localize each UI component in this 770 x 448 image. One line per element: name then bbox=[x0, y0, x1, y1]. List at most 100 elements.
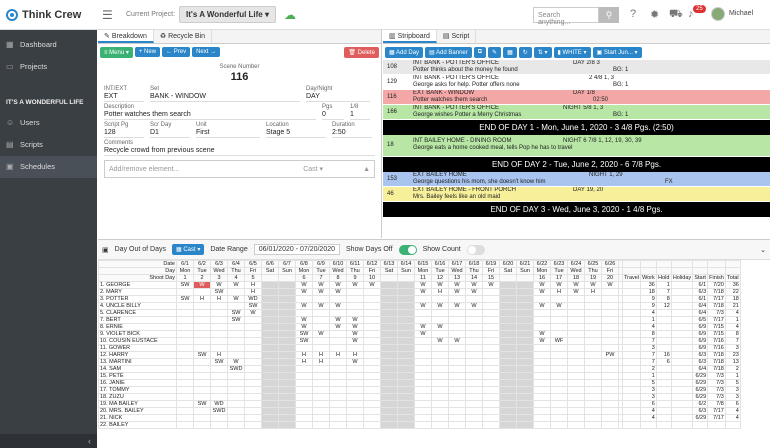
dood-cell[interactable]: W bbox=[533, 337, 551, 345]
dood-cell[interactable] bbox=[550, 316, 568, 324]
comments-field[interactable]: Recycle crowd from previous scene bbox=[104, 146, 375, 156]
dood-cell[interactable] bbox=[210, 393, 228, 401]
dood-cell[interactable]: W bbox=[295, 323, 313, 331]
dood-cell[interactable] bbox=[465, 309, 483, 317]
dood-cell[interactable] bbox=[533, 351, 551, 359]
dood-cell[interactable]: W bbox=[567, 288, 585, 296]
dood-cell[interactable] bbox=[176, 344, 194, 352]
dood-cell[interactable] bbox=[550, 386, 568, 394]
dood-cell[interactable] bbox=[363, 386, 381, 394]
dood-cell[interactable] bbox=[278, 323, 296, 331]
dood-cell[interactable] bbox=[227, 421, 245, 429]
dood-cell[interactable] bbox=[465, 344, 483, 352]
cast-select[interactable]: Cast ▾ bbox=[303, 165, 323, 173]
dood-cell[interactable]: W bbox=[584, 281, 602, 289]
dood-cell[interactable] bbox=[431, 309, 449, 317]
dood-cell[interactable] bbox=[278, 295, 296, 303]
dood-cell[interactable]: W bbox=[431, 281, 449, 289]
dood-cell[interactable]: W bbox=[312, 281, 330, 289]
dood-cell[interactable] bbox=[312, 309, 330, 317]
dood-cell[interactable] bbox=[193, 386, 211, 394]
end-of-day-banner[interactable]: END OF DAY 2 - Tue, June 2, 2020 - 6 7/8… bbox=[383, 157, 770, 172]
dood-cell[interactable]: H bbox=[329, 351, 347, 359]
dood-cell[interactable]: H bbox=[346, 351, 364, 359]
dood-cell[interactable] bbox=[176, 323, 194, 331]
dood-cell[interactable] bbox=[176, 351, 194, 359]
dood-cell[interactable]: SW bbox=[227, 309, 245, 317]
cast-name[interactable]: 9. VIOLET BICK bbox=[98, 330, 177, 338]
dood-cell[interactable] bbox=[329, 365, 347, 373]
dood-cell[interactable] bbox=[176, 407, 194, 415]
dood-cell[interactable] bbox=[278, 281, 296, 289]
dood-cell[interactable] bbox=[261, 421, 279, 429]
dood-cell[interactable] bbox=[278, 365, 296, 373]
dood-cell[interactable] bbox=[380, 295, 398, 303]
dood-cell[interactable] bbox=[193, 288, 211, 296]
tab-recycle-bin[interactable]: ♻ Recycle Bin bbox=[154, 30, 213, 43]
dood-cell[interactable]: W bbox=[312, 302, 330, 310]
dood-cell[interactable] bbox=[312, 421, 330, 429]
dood-cell[interactable]: SW bbox=[210, 358, 228, 366]
dood-cell[interactable] bbox=[431, 386, 449, 394]
dood-cell[interactable] bbox=[567, 358, 585, 366]
dood-cell[interactable] bbox=[550, 351, 568, 359]
dood-cell[interactable] bbox=[482, 386, 500, 394]
dood-cell[interactable] bbox=[312, 386, 330, 394]
dood-cell[interactable] bbox=[584, 400, 602, 408]
dood-cell[interactable] bbox=[601, 393, 619, 401]
cart-icon[interactable]: ⛟ bbox=[669, 8, 683, 22]
cast-name[interactable]: 3. POTTER bbox=[98, 295, 177, 303]
dood-cell[interactable] bbox=[584, 351, 602, 359]
set-select[interactable]: BANK - WINDOW bbox=[150, 92, 300, 102]
dood-cell[interactable]: W bbox=[227, 358, 245, 366]
dood-cell[interactable] bbox=[397, 295, 415, 303]
dood-cell[interactable] bbox=[363, 288, 381, 296]
dood-cell[interactable] bbox=[516, 316, 534, 324]
grid-icon[interactable]: ▦ bbox=[503, 46, 517, 58]
show-count-toggle[interactable] bbox=[466, 244, 485, 255]
dood-cell[interactable] bbox=[176, 316, 194, 324]
dood-cell[interactable]: SW bbox=[176, 295, 194, 303]
cast-name[interactable]: 16. JANIE bbox=[98, 379, 177, 387]
cast-name[interactable]: 20. MRS. BAILEY bbox=[98, 407, 177, 415]
table-row[interactable]: 19. MA BAILEY SW WD 6 6/2 7/8 6 bbox=[98, 400, 741, 408]
dood-cell[interactable] bbox=[550, 330, 568, 338]
dood-cell[interactable]: WF bbox=[550, 337, 568, 345]
dood-cell[interactable] bbox=[278, 393, 296, 401]
dood-cell[interactable] bbox=[380, 323, 398, 331]
tab-breakdown[interactable]: ✎ Breakdown bbox=[98, 30, 154, 43]
cast-name[interactable]: 2. MARY bbox=[98, 288, 177, 296]
dood-cell[interactable]: W bbox=[329, 288, 347, 296]
dood-cell[interactable] bbox=[482, 407, 500, 415]
dood-cell[interactable] bbox=[550, 323, 568, 331]
dood-cell[interactable] bbox=[533, 372, 551, 380]
end-of-day-banner[interactable]: END OF DAY 1 - Mon, June 1, 2020 - 3 4/8… bbox=[383, 120, 770, 135]
dood-cell[interactable] bbox=[363, 400, 381, 408]
dood-cell[interactable] bbox=[465, 379, 483, 387]
cast-name[interactable]: 13. MARTINI bbox=[98, 358, 177, 366]
dood-cell[interactable] bbox=[227, 400, 245, 408]
dood-cell[interactable] bbox=[176, 414, 194, 422]
dood-cell[interactable] bbox=[227, 323, 245, 331]
dood-cell[interactable] bbox=[278, 351, 296, 359]
dood-cell[interactable] bbox=[363, 302, 381, 310]
dood-cell[interactable] bbox=[397, 302, 415, 310]
dood-cell[interactable] bbox=[448, 393, 466, 401]
strip[interactable]: 108 INT BANK - POTTER'S OFFICE Potter thin… bbox=[383, 60, 770, 75]
dood-cell[interactable] bbox=[567, 414, 585, 422]
dood-cell[interactable]: H bbox=[584, 288, 602, 296]
cast-name[interactable]: 18. ZUZU bbox=[98, 393, 177, 401]
dood-cell[interactable] bbox=[261, 309, 279, 317]
dood-cell[interactable]: W bbox=[295, 302, 313, 310]
cast-name[interactable]: 11. GOWER bbox=[98, 344, 177, 352]
cast-name[interactable]: 4. UNCLE BILLY bbox=[98, 302, 177, 310]
dood-cell[interactable] bbox=[516, 372, 534, 380]
dood-cell[interactable] bbox=[499, 337, 517, 345]
dood-cell[interactable]: W bbox=[329, 302, 347, 310]
dood-cell[interactable] bbox=[584, 365, 602, 373]
dood-cell[interactable] bbox=[533, 344, 551, 352]
dood-cell[interactable] bbox=[346, 302, 364, 310]
dood-cell[interactable] bbox=[550, 393, 568, 401]
dood-cell[interactable] bbox=[244, 386, 262, 394]
dood-cell[interactable] bbox=[533, 365, 551, 373]
